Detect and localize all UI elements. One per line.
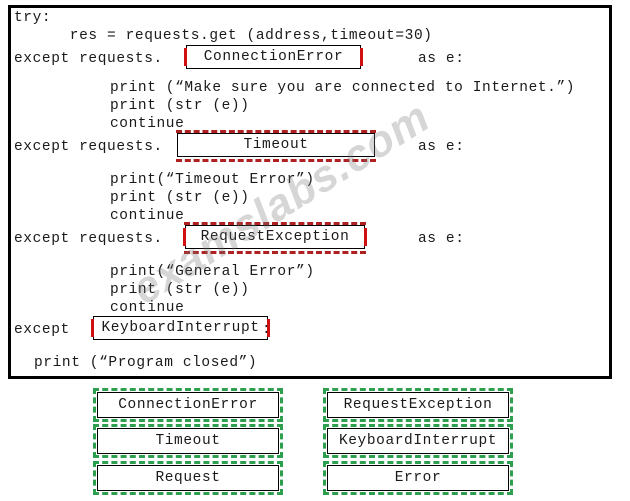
drop-target-timeout[interactable]: Timeout (176, 130, 376, 162)
drop-target-connectionerror[interactable]: ConnectionError (184, 45, 363, 69)
drop-target-left-marker (184, 48, 187, 66)
answer-option-label: Timeout (155, 433, 221, 449)
drop-target-requestexception[interactable]: RequestException (183, 222, 367, 254)
answer-option-connectionerror[interactable]: ConnectionError (93, 388, 283, 422)
answer-option-request[interactable]: Request (93, 461, 283, 495)
answer-option-label: ConnectionError (118, 397, 258, 413)
answer-option-box[interactable]: ConnectionError (97, 392, 279, 418)
answer-option-label: KeyboardInterrupt (338, 433, 498, 449)
answer-option-box[interactable]: Timeout (97, 428, 279, 454)
answer-option-keyboardinterrupt[interactable]: KeyboardInterrupt (323, 424, 513, 458)
drop-target-left-marker (91, 319, 94, 337)
drop-target-top-rule (184, 222, 366, 225)
answer-option-label: RequestException (343, 397, 493, 413)
drop-target-right-marker (360, 48, 363, 66)
answer-option-label: Request (155, 470, 221, 486)
drop-target-keyboardinterrupt[interactable]: KeyboardInterrupt (91, 316, 270, 340)
answer-option-timeout[interactable]: Timeout (93, 424, 283, 458)
answer-option-box[interactable]: Request (97, 465, 279, 491)
drop-target-right-marker (267, 319, 270, 337)
drop-target-label: KeyboardInterrupt (101, 320, 260, 336)
drop-target-bottom-rule (176, 159, 376, 162)
answer-option-requestexception[interactable]: RequestException (323, 388, 513, 422)
answer-option-box[interactable]: KeyboardInterrupt (327, 428, 509, 454)
drop-target-label: RequestException (200, 229, 350, 245)
answer-option-error[interactable]: Error (323, 461, 513, 495)
answer-option-box[interactable]: Error (327, 465, 509, 491)
drop-target-bottom-rule (184, 251, 366, 254)
drop-target-label: Timeout (243, 137, 309, 153)
drop-target-left-marker (183, 228, 186, 246)
answer-option-box[interactable]: RequestException (327, 392, 509, 418)
drop-target-label: ConnectionError (203, 49, 344, 65)
answer-option-label: Error (394, 470, 442, 486)
drop-target-top-rule (176, 130, 376, 133)
drop-target-right-marker (364, 228, 367, 246)
